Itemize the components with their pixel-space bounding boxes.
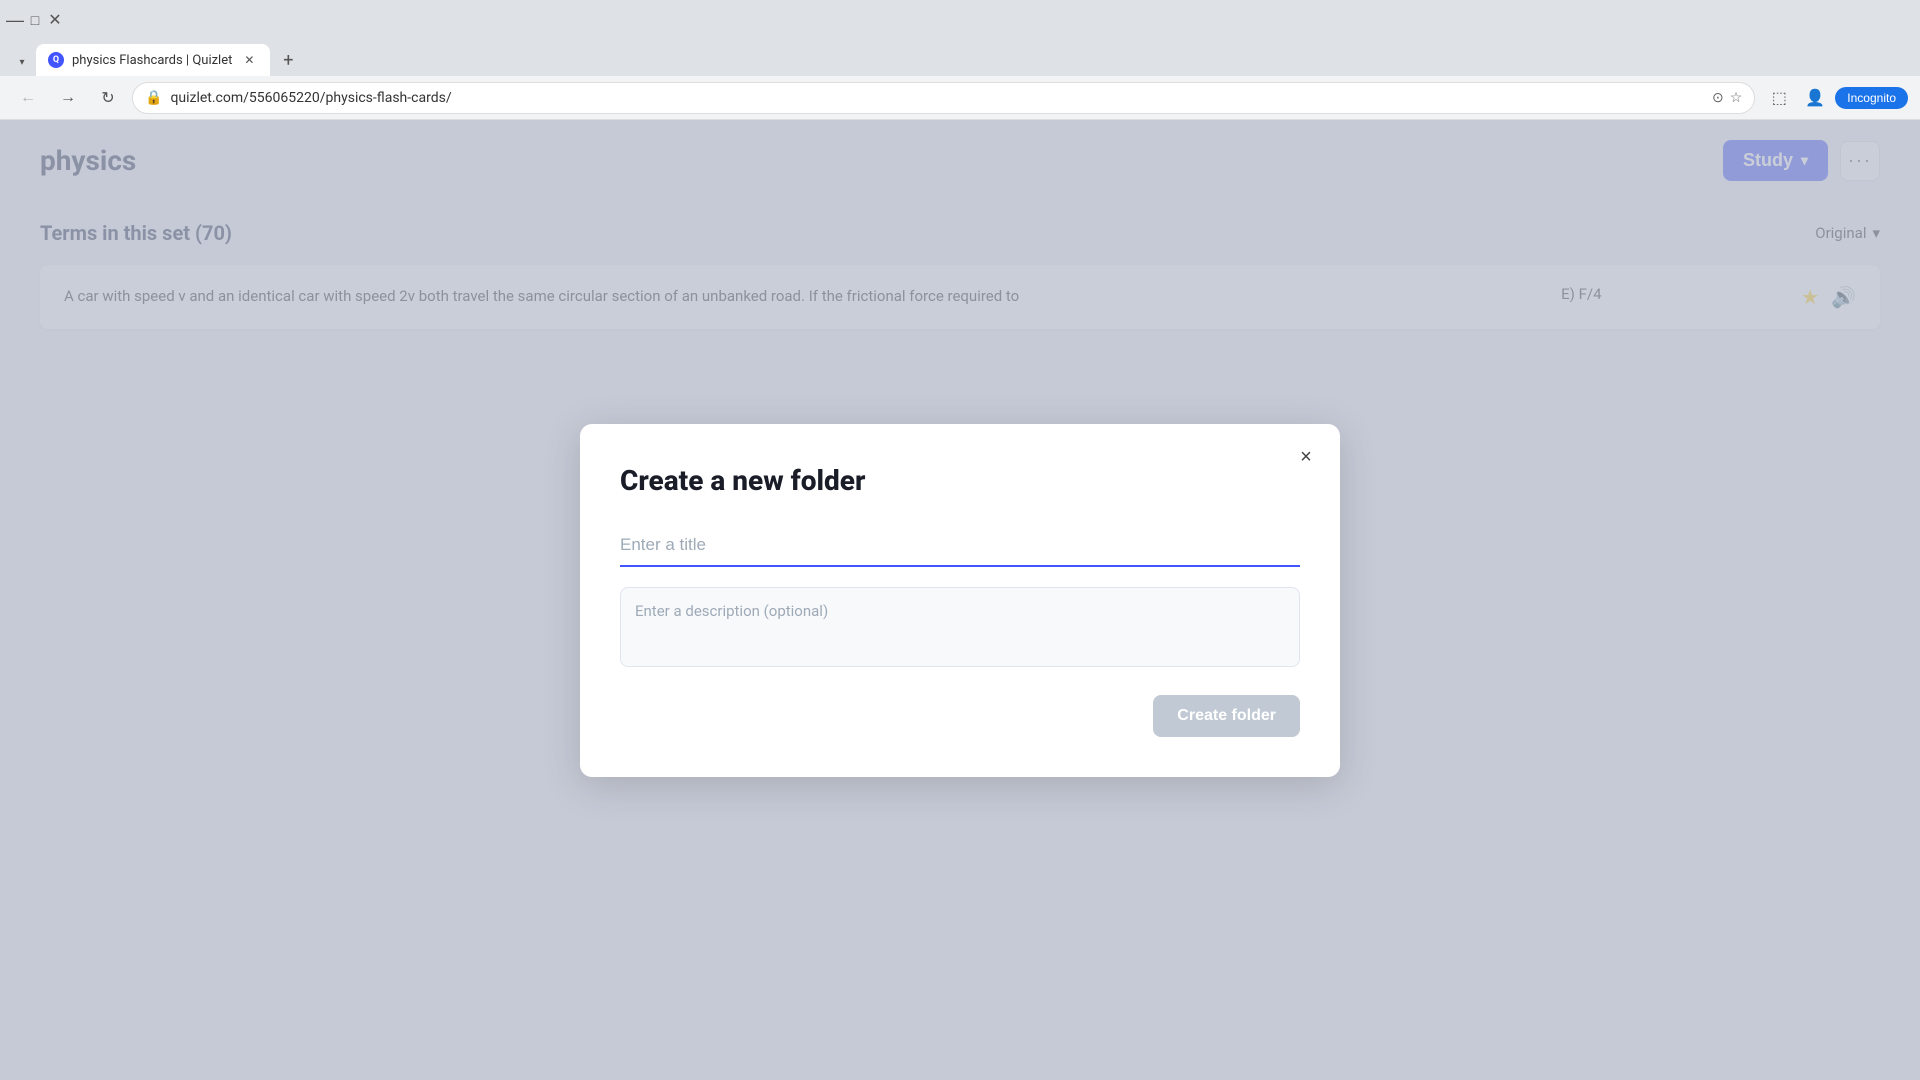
active-tab[interactable]: Q physics Flashcards | Quizlet ✕ bbox=[36, 44, 270, 76]
maximize-button[interactable]: □ bbox=[28, 13, 42, 27]
close-icon: × bbox=[1300, 446, 1312, 469]
browser-toolbar: ← → ↻ 🔒 quizlet.com/556065220/physics-fl… bbox=[0, 76, 1920, 120]
modal-close-button[interactable]: × bbox=[1288, 440, 1324, 476]
modal-overlay: × Create a new folder Create folder bbox=[0, 120, 1920, 1080]
lens-icon: ⊙ bbox=[1712, 90, 1724, 106]
new-tab-button[interactable]: + bbox=[274, 46, 302, 74]
toolbar-right: ⬚ 👤 Incognito bbox=[1763, 82, 1908, 114]
modal-footer: Create folder bbox=[620, 695, 1300, 737]
create-folder-modal: × Create a new folder Create folder bbox=[580, 424, 1340, 777]
bookmark-icon[interactable]: ☆ bbox=[1730, 90, 1743, 106]
browser-titlebar: — □ ✕ bbox=[0, 0, 1920, 40]
folder-title-input[interactable] bbox=[620, 525, 1300, 567]
minimize-button[interactable]: — bbox=[8, 13, 22, 27]
tab-close-button[interactable]: ✕ bbox=[240, 51, 258, 69]
cast-icon[interactable]: ⬚ bbox=[1763, 82, 1795, 114]
profile-icon[interactable]: 👤 bbox=[1799, 82, 1831, 114]
address-security-icon: 🔒 bbox=[145, 90, 162, 106]
back-button[interactable]: ← bbox=[12, 82, 44, 114]
incognito-button[interactable]: Incognito bbox=[1835, 87, 1908, 109]
url-text: quizlet.com/556065220/physics-flash-card… bbox=[170, 90, 1704, 106]
incognito-label: Incognito bbox=[1847, 91, 1896, 105]
folder-description-input[interactable] bbox=[620, 587, 1300, 667]
create-folder-label: Create folder bbox=[1177, 707, 1276, 724]
tab-title: physics Flashcards | Quizlet bbox=[72, 53, 232, 68]
browser-chrome: — □ ✕ ▾ Q physics Flashcards | Quizlet ✕… bbox=[0, 0, 1920, 120]
close-window-button[interactable]: ✕ bbox=[48, 13, 62, 27]
tab-dropdown-button[interactable]: ▾ bbox=[8, 48, 36, 76]
reload-button[interactable]: ↻ bbox=[92, 82, 124, 114]
window-controls: — □ ✕ bbox=[8, 13, 62, 27]
forward-button[interactable]: → bbox=[52, 82, 84, 114]
address-bar[interactable]: 🔒 quizlet.com/556065220/physics-flash-ca… bbox=[132, 82, 1755, 114]
tab-favicon: Q bbox=[48, 52, 64, 68]
security-icon: 🔒 bbox=[145, 90, 162, 106]
create-folder-button[interactable]: Create folder bbox=[1153, 695, 1300, 737]
page-content: physics Study ▾ ··· Terms in this set (7… bbox=[0, 120, 1920, 1080]
modal-title: Create a new folder bbox=[620, 464, 1300, 497]
tab-bar: ▾ Q physics Flashcards | Quizlet ✕ + bbox=[0, 40, 1920, 76]
